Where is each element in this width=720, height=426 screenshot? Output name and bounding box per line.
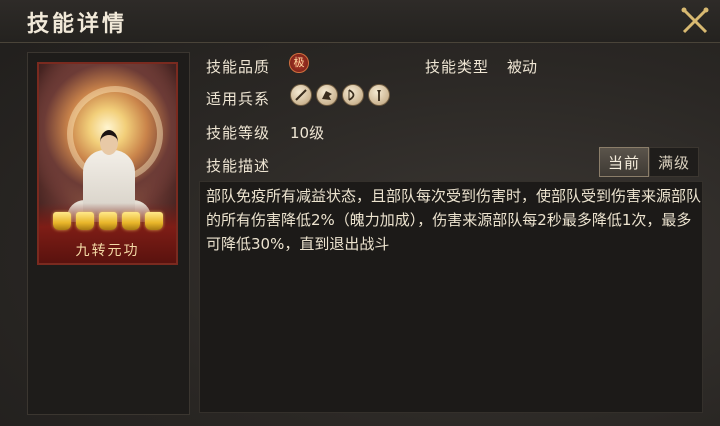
bow-icon xyxy=(342,84,364,106)
skill-card-art: 九转元功 xyxy=(37,62,178,265)
star-rating xyxy=(53,212,163,232)
quality-label: 技能品质 xyxy=(206,58,271,76)
figure-head xyxy=(100,130,118,155)
description-box: 部队免疫所有减益状态，且部队每次受到伤害时，使部队受到伤害来源部队的所有伤害降低… xyxy=(199,181,703,413)
star-icon xyxy=(53,212,71,230)
level-label: 技能等级 xyxy=(206,124,271,142)
type-label: 技能类型 xyxy=(425,58,490,76)
close-button[interactable] xyxy=(680,6,710,36)
tab-current[interactable]: 当前 xyxy=(599,147,650,177)
halberd-icon xyxy=(368,84,390,106)
quality-badge: 极 xyxy=(289,53,309,73)
star-icon xyxy=(145,212,163,230)
skill-card-panel: 九转元功 xyxy=(27,52,190,415)
page-title: 技能详情 xyxy=(27,12,128,37)
star-icon xyxy=(99,212,117,230)
star-icon xyxy=(76,212,94,230)
close-icon xyxy=(681,7,709,34)
star-icon xyxy=(122,212,140,230)
tab-max-level[interactable]: 满级 xyxy=(649,147,700,177)
type-value: 被动 xyxy=(507,58,538,76)
skill-name: 九转元功 xyxy=(75,243,140,259)
level-value: 10级 xyxy=(290,124,325,142)
spear-icon xyxy=(290,84,312,106)
description-label: 技能描述 xyxy=(206,157,271,175)
units-label: 适用兵系 xyxy=(206,90,271,108)
header-bar: 技能详情 xyxy=(0,0,720,43)
skill-description: 部队免疫所有减益状态，且部队每次受到伤害时，使部队受到伤害来源部队的所有伤害降低… xyxy=(206,187,702,253)
unit-icons xyxy=(290,84,390,106)
cavalry-icon xyxy=(316,84,338,106)
level-tabs: 当前 满级 xyxy=(599,147,700,177)
